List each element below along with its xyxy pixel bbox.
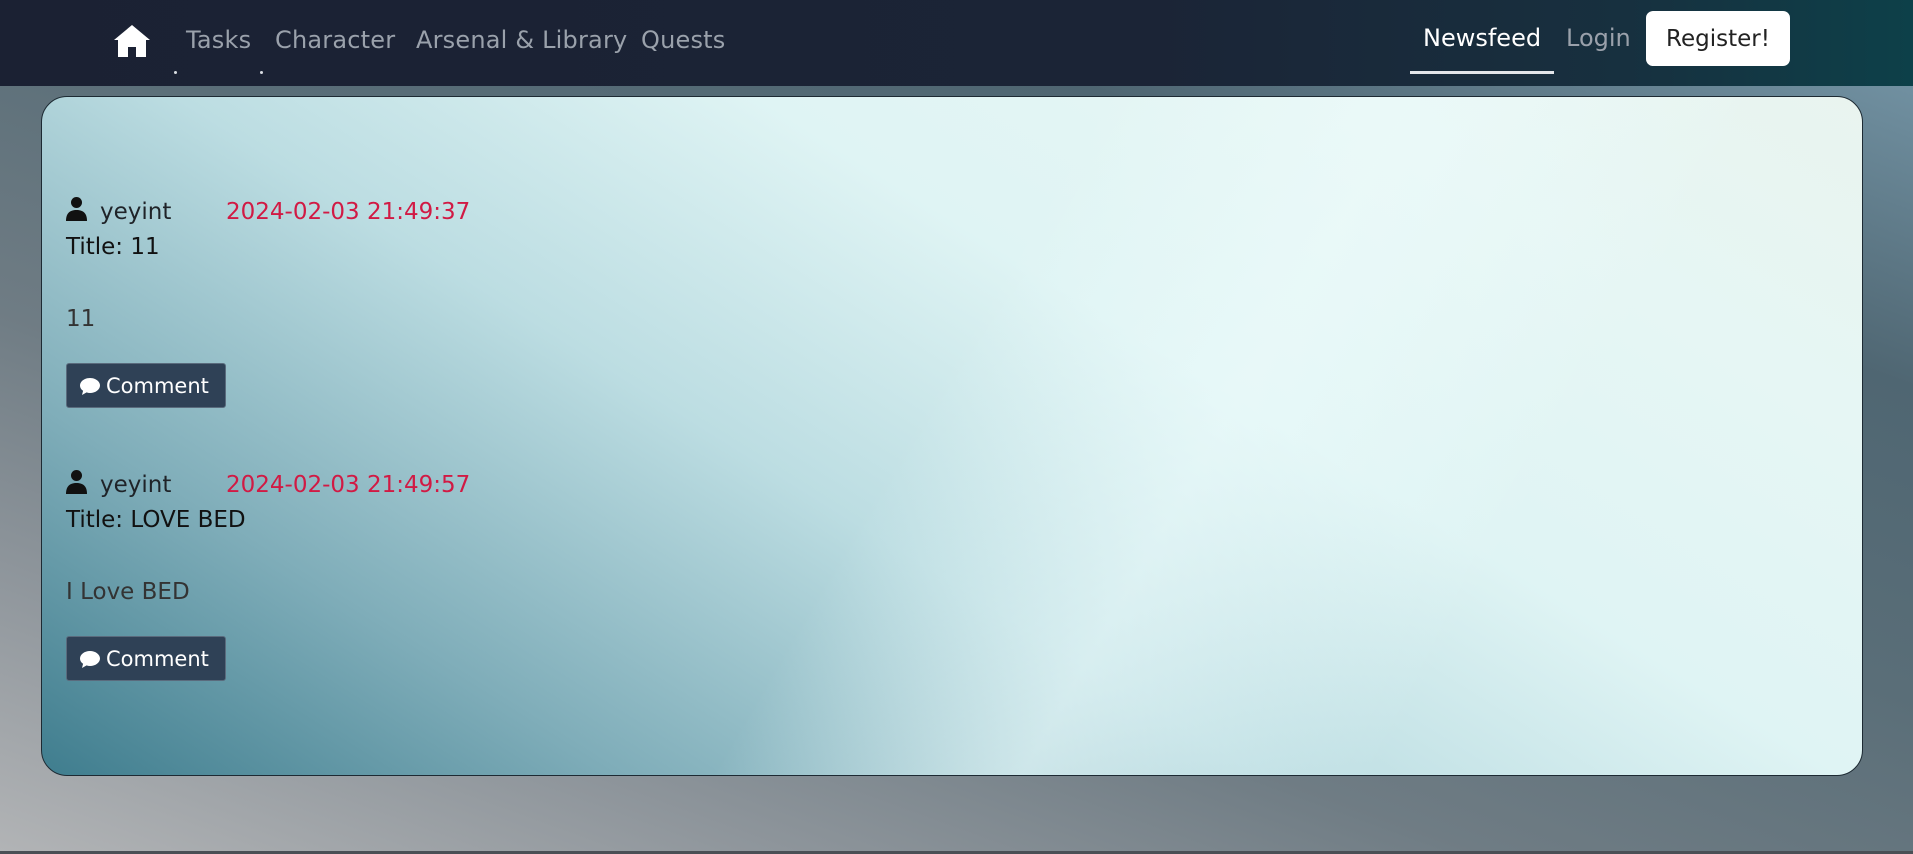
post-title: Title: LOVE BED <box>66 507 246 533</box>
comment-button-label: Comment <box>106 374 209 398</box>
home-link[interactable] <box>113 23 151 59</box>
post-username: yeyint <box>100 199 172 225</box>
post-body: 11 <box>66 306 96 332</box>
post-body: I Love BED <box>66 579 190 605</box>
register-button[interactable]: Register! <box>1646 11 1790 66</box>
comment-icon <box>80 378 100 395</box>
nav-quests[interactable]: Quests <box>641 26 726 54</box>
post-username: yeyint <box>100 472 172 498</box>
nav-character[interactable]: Character <box>275 26 395 54</box>
nav-arsenal-library[interactable]: Arsenal & Library <box>416 26 627 54</box>
nav-dot-right <box>260 71 263 74</box>
comment-icon <box>80 651 100 668</box>
home-icon <box>114 25 150 57</box>
user-icon <box>66 197 87 221</box>
nav-newsfeed[interactable]: Newsfeed <box>1423 24 1541 52</box>
comment-button[interactable]: Comment <box>66 636 226 681</box>
newsfeed-card: yeyint 2024-02-03 21:49:37 Title: 11 11 … <box>41 96 1863 776</box>
user-icon <box>66 470 87 494</box>
nav-dot-left <box>174 71 177 74</box>
comment-button[interactable]: Comment <box>66 363 226 408</box>
comment-button-label: Comment <box>106 647 209 671</box>
nav-login[interactable]: Login <box>1566 24 1631 52</box>
post-timestamp: 2024-02-03 21:49:57 <box>226 472 471 498</box>
top-navbar: Tasks Character Arsenal & Library Quests… <box>0 0 1913 86</box>
active-tab-underline <box>1410 71 1554 74</box>
nav-tasks[interactable]: Tasks <box>186 26 251 54</box>
post-timestamp: 2024-02-03 21:49:37 <box>226 199 471 225</box>
post-title: Title: 11 <box>66 234 160 260</box>
